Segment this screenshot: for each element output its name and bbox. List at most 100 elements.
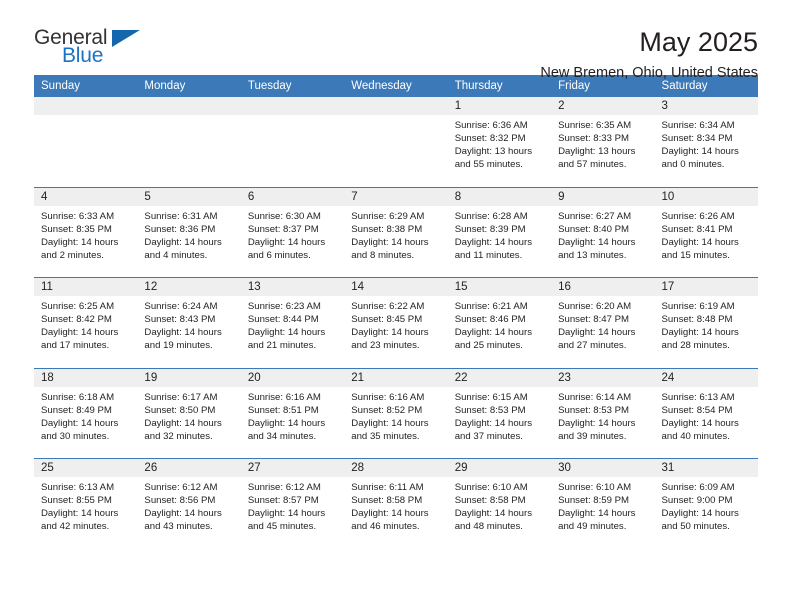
day-cell-17[interactable]: 17 Sunrise: 6:19 AM Sunset: 8:48 PM Dayl… — [654, 278, 758, 368]
daylight-text-line2: and 8 minutes. — [351, 249, 415, 261]
sunset-text: Sunset: 8:48 PM — [661, 314, 733, 326]
daylight-text-line2: and 11 minutes. — [454, 249, 523, 261]
daylight-text-line2: and 4 minutes. — [144, 249, 208, 261]
sunset-text: Sunset: 8:54 PM — [661, 404, 733, 416]
daylight-text-line2: and 35 minutes. — [351, 430, 420, 442]
sunrise-text: Sunrise: 6:31 AM — [144, 210, 218, 222]
sunset-text: Sunset: 8:34 PM — [661, 133, 733, 145]
daylight-text-line2: and 49 minutes. — [558, 521, 627, 533]
day-number: 25 — [34, 459, 138, 477]
daylight-text-line1: Daylight: 14 hours — [351, 417, 429, 429]
sunrise-text: Sunrise: 6:34 AM — [661, 120, 735, 131]
day-cell-19[interactable]: 19 Sunrise: 6:17 AM Sunset: 8:50 PM Dayl… — [137, 368, 241, 458]
sunset-text: Sunset: 8:36 PM — [144, 223, 216, 235]
day-cell-2[interactable]: 2 Sunrise: 6:35 AM Sunset: 8:33 PM Dayli… — [551, 97, 655, 187]
day-number: 14 — [344, 278, 448, 296]
daylight-text-line1: Daylight: 14 hours — [558, 417, 636, 429]
day-number: 22 — [447, 368, 552, 387]
day-cell-15[interactable]: 15 Sunrise: 6:21 AM Sunset: 8:46 PM Dayl… — [447, 278, 552, 368]
daylight-text-line1: Daylight: 14 hours — [41, 327, 119, 339]
sunset-text: Sunset: 9:00 PM — [661, 495, 733, 507]
weekday-header-wednesday: Wednesday — [351, 80, 412, 92]
daylight-text-line2: and 30 minutes. — [41, 430, 110, 442]
weekday-header-tuesday: Tuesday — [247, 80, 292, 92]
day-cell-18[interactable]: 18 Sunrise: 6:18 AM Sunset: 8:49 PM Dayl… — [34, 368, 138, 458]
sunset-text: Sunset: 8:35 PM — [41, 223, 112, 235]
day-cell-empty — [344, 97, 448, 187]
day-cell-24[interactable]: 24 Sunrise: 6:13 AM Sunset: 8:54 PM Dayl… — [654, 368, 758, 458]
weekday-header-friday: Friday — [558, 80, 591, 92]
day-cell-1[interactable]: 1 Sunrise: 6:36 AM Sunset: 8:32 PM Dayli… — [447, 97, 552, 187]
sunset-text: Sunset: 8:41 PM — [661, 223, 733, 235]
sunrise-text: Sunrise: 6:26 AM — [661, 210, 735, 222]
day-cell-11[interactable]: 11 Sunrise: 6:25 AM Sunset: 8:42 PM Dayl… — [34, 278, 138, 368]
sunset-text: Sunset: 8:45 PM — [351, 314, 423, 326]
sunset-text: Sunset: 8:32 PM — [454, 133, 526, 145]
day-cell-28[interactable]: 28 Sunrise: 6:11 AM Sunset: 8:58 PM Dayl… — [344, 459, 448, 549]
day-cell-26[interactable]: 26 Sunrise: 6:12 AM Sunset: 8:56 PM Dayl… — [137, 459, 241, 549]
day-cell-16[interactable]: 16 Sunrise: 6:20 AM Sunset: 8:47 PM Dayl… — [551, 278, 655, 368]
sunset-text: Sunset: 8:42 PM — [41, 314, 112, 326]
day-cell-21[interactable]: 21 Sunrise: 6:16 AM Sunset: 8:52 PM Dayl… — [344, 368, 448, 458]
day-cell-4[interactable]: 4 Sunrise: 6:33 AM Sunset: 8:35 PM Dayli… — [34, 187, 138, 277]
day-number: 17 — [654, 278, 758, 296]
daylight-text-line2: and 50 minutes. — [661, 521, 730, 533]
day-details: Sunrise: 6:34 AM Sunset: 8:34 PM Dayligh… — [655, 115, 758, 171]
daylight-text-line2: and 48 minutes. — [454, 521, 523, 533]
logo-triangle-icon — [112, 30, 140, 47]
daylight-text-line1: Daylight: 14 hours — [661, 508, 739, 520]
day-cell-14[interactable]: 14 Sunrise: 6:22 AM Sunset: 8:45 PM Dayl… — [344, 278, 448, 368]
day-cell-10[interactable]: 10 Sunrise: 6:26 AM Sunset: 8:41 PM Dayl… — [654, 187, 758, 277]
day-details: Sunrise: 6:09 AM Sunset: 9:00 PM Dayligh… — [655, 477, 758, 533]
day-cell-31[interactable]: 31 Sunrise: 6:09 AM Sunset: 9:00 PM Dayl… — [654, 459, 758, 549]
sunrise-text: Sunrise: 6:33 AM — [41, 210, 115, 222]
daylight-text-line2: and 55 minutes. — [454, 159, 523, 171]
day-cell-13[interactable]: 13 Sunrise: 6:23 AM Sunset: 8:44 PM Dayl… — [240, 278, 345, 368]
daylight-text-line1: Daylight: 14 hours — [454, 508, 533, 520]
sunrise-text: Sunrise: 6:11 AM — [351, 482, 424, 493]
sunrise-text: Sunrise: 6:27 AM — [558, 210, 632, 222]
day-details: Sunrise: 6:29 AM Sunset: 8:38 PM Dayligh… — [344, 206, 447, 262]
sunset-text: Sunset: 8:49 PM — [41, 404, 112, 416]
day-cell-12[interactable]: 12 Sunrise: 6:24 AM Sunset: 8:43 PM Dayl… — [137, 278, 241, 368]
daylight-text-line1: Daylight: 14 hours — [144, 508, 222, 520]
sunrise-text: Sunrise: 6:29 AM — [351, 210, 425, 222]
daylight-text-line2: and 37 minutes. — [454, 430, 523, 442]
day-number: 18 — [34, 368, 138, 387]
day-cell-22[interactable]: 22 Sunrise: 6:15 AM Sunset: 8:53 PM Dayl… — [447, 368, 552, 458]
day-number: 29 — [447, 459, 552, 477]
day-cell-6[interactable]: 6 Sunrise: 6:30 AM Sunset: 8:37 PM Dayli… — [240, 187, 345, 277]
day-number: 11 — [34, 278, 138, 296]
daylight-text-line1: Daylight: 14 hours — [661, 236, 739, 248]
daylight-text-line1: Daylight: 14 hours — [247, 508, 326, 520]
sunrise-text: Sunrise: 6:23 AM — [247, 301, 321, 312]
sunrise-text: Sunrise: 6:36 AM — [454, 120, 528, 131]
day-cell-27[interactable]: 27 Sunrise: 6:12 AM Sunset: 8:57 PM Dayl… — [240, 459, 345, 549]
sunrise-text: Sunrise: 6:12 AM — [144, 482, 218, 493]
calendar-week-row: 4 Sunrise: 6:33 AM Sunset: 8:35 PM Dayli… — [34, 186, 758, 277]
sunset-text: Sunset: 8:47 PM — [558, 314, 630, 326]
calendar-week-row: 25 Sunrise: 6:13 AM Sunset: 8:55 PM Dayl… — [34, 458, 758, 549]
day-cell-7[interactable]: 7 Sunrise: 6:29 AM Sunset: 8:38 PM Dayli… — [344, 187, 448, 277]
day-cell-5[interactable]: 5 Sunrise: 6:31 AM Sunset: 8:36 PM Dayli… — [137, 187, 241, 277]
day-number: 21 — [344, 368, 448, 387]
day-cell-9[interactable]: 9 Sunrise: 6:27 AM Sunset: 8:40 PM Dayli… — [551, 187, 655, 277]
daylight-text-line2: and 25 minutes. — [454, 340, 523, 352]
sunrise-text: Sunrise: 6:16 AM — [351, 391, 425, 403]
day-cell-20[interactable]: 20 Sunrise: 6:16 AM Sunset: 8:51 PM Dayl… — [240, 368, 345, 458]
day-number: 19 — [137, 368, 241, 387]
daylight-text-line1: Daylight: 14 hours — [41, 508, 119, 520]
day-cell-3[interactable]: 3 Sunrise: 6:34 AM Sunset: 8:34 PM Dayli… — [654, 97, 758, 187]
day-number: 8 — [447, 187, 552, 206]
day-cell-23[interactable]: 23 Sunrise: 6:14 AM Sunset: 8:53 PM Dayl… — [551, 368, 655, 458]
day-cell-25[interactable]: 25 Sunrise: 6:13 AM Sunset: 8:55 PM Dayl… — [34, 459, 138, 549]
daylight-text-line1: Daylight: 14 hours — [558, 508, 636, 520]
daylight-text-line1: Daylight: 14 hours — [247, 417, 326, 429]
daylight-text-line1: Daylight: 14 hours — [661, 327, 739, 339]
day-cell-8[interactable]: 8 Sunrise: 6:28 AM Sunset: 8:39 PM Dayli… — [447, 187, 552, 277]
general-blue-logo[interactable]: General Blue — [34, 27, 154, 75]
day-cell-29[interactable]: 29 Sunrise: 6:10 AM Sunset: 8:58 PM Dayl… — [447, 459, 552, 549]
day-details: Sunrise: 6:10 AM Sunset: 8:59 PM Dayligh… — [551, 477, 654, 533]
day-cell-30[interactable]: 30 Sunrise: 6:10 AM Sunset: 8:59 PM Dayl… — [551, 459, 655, 549]
daylight-text-line2: and 57 minutes. — [558, 159, 627, 171]
